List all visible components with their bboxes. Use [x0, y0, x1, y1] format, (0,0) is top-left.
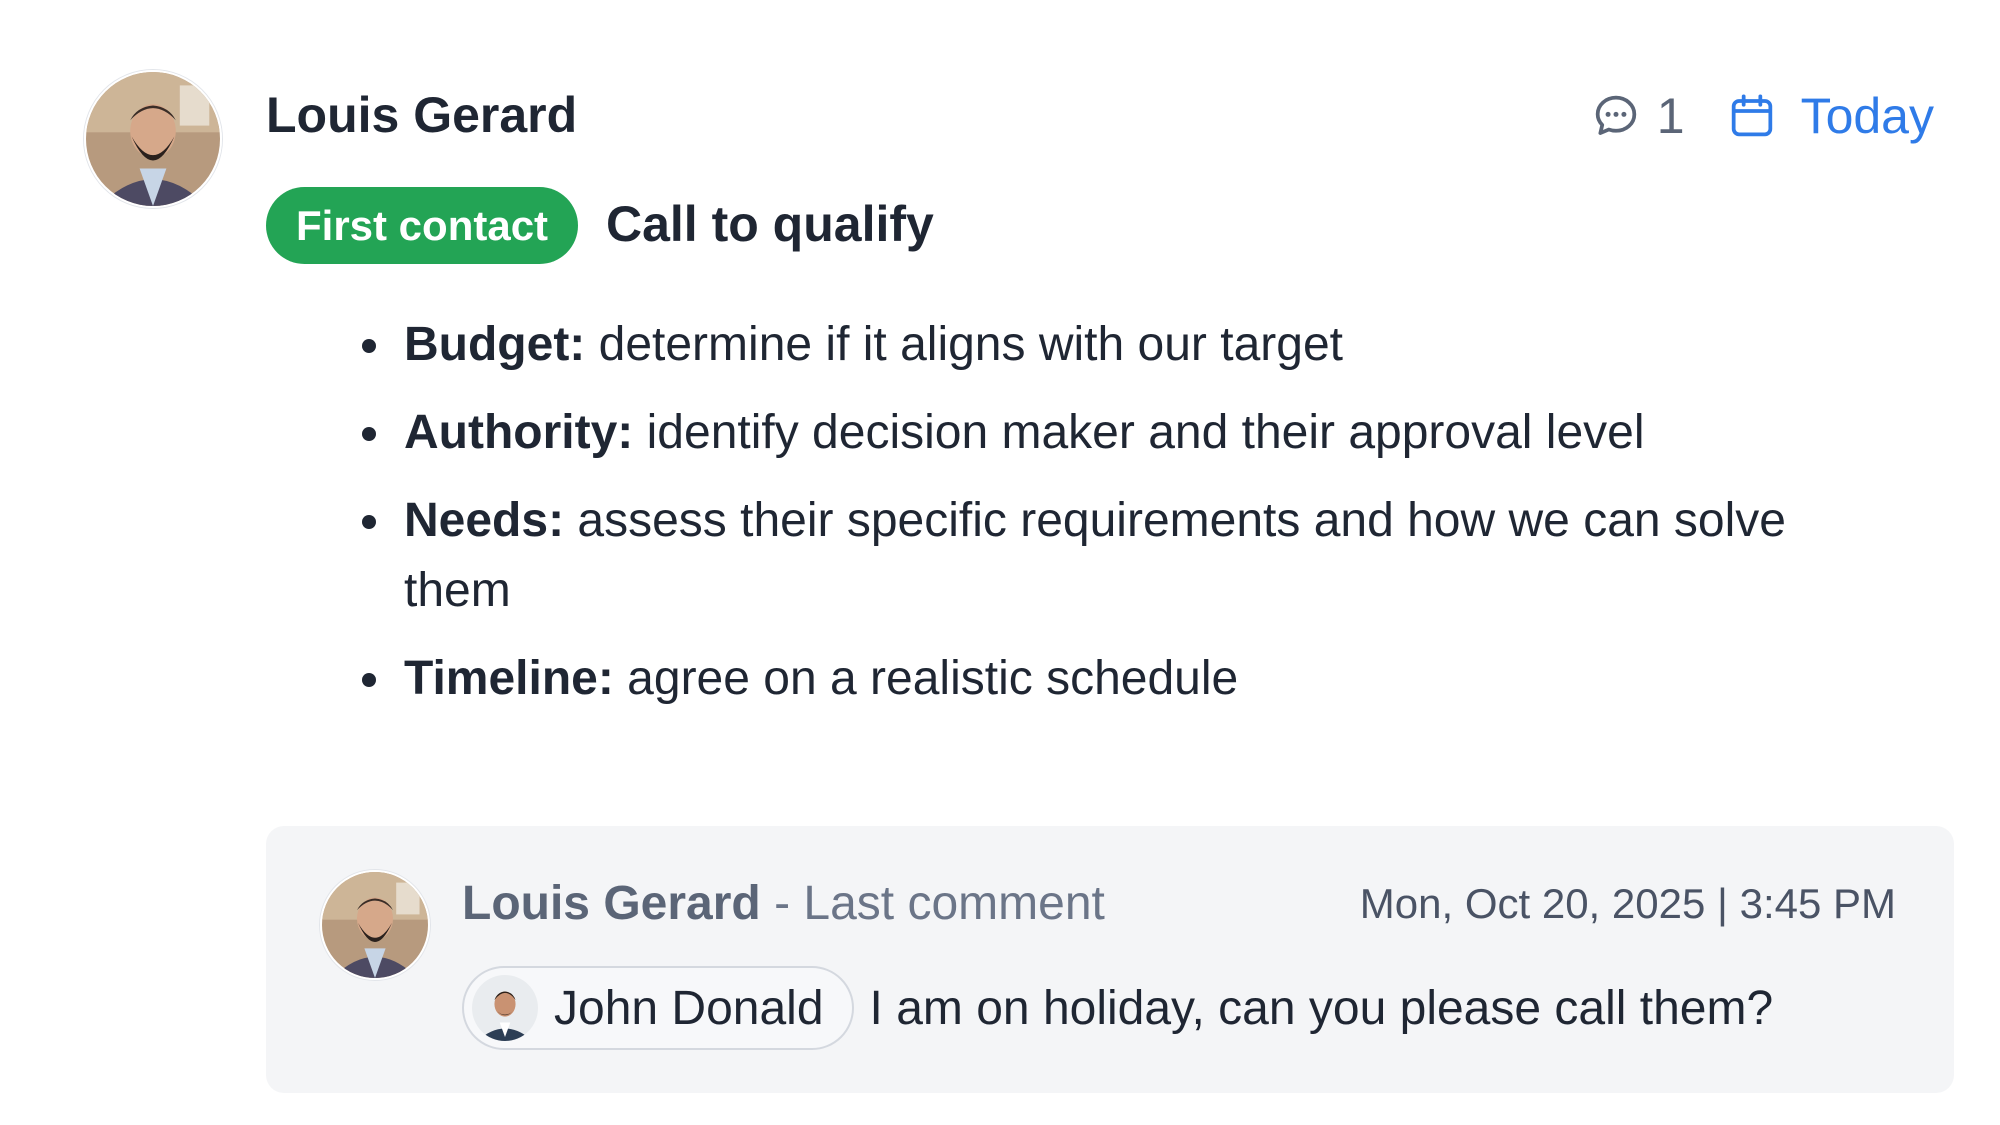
comment-count-value: 1: [1656, 88, 1685, 144]
list-item-term: Needs:: [404, 494, 565, 547]
list-item-text: agree on a realistic schedule: [613, 652, 1239, 705]
comment-author-name: Louis Gerard: [462, 877, 761, 930]
comment-bubble-icon: [1595, 95, 1636, 135]
last-comment-box[interactable]: Louis Gerard - Last comment Mon, Oct 20,…: [266, 826, 1954, 1093]
author-name: Louis Gerard: [266, 87, 578, 143]
task-card: Louis Gerard 1 Today First contact Call …: [0, 0, 2000, 1125]
due-date-label: Today: [1800, 88, 1934, 144]
list-item-text: assess their specific requirements and h…: [404, 494, 1786, 617]
list-item-term: Timeline:: [404, 652, 614, 705]
calendar-icon: [1731, 94, 1772, 137]
comment-count-button[interactable]: 1: [1591, 87, 1685, 145]
comment-label: - Last comment: [760, 877, 1105, 930]
mention-chip[interactable]: John Donald: [462, 966, 854, 1050]
mention-name: John Donald: [554, 981, 824, 1035]
stage-badge: First contact: [266, 187, 579, 264]
list-item-text: determine if it aligns with our target: [585, 318, 1343, 371]
list-item: Authority: identify decision maker and t…: [362, 398, 1904, 468]
list-item-term: Authority:: [404, 406, 634, 459]
list-item-text: identify decision maker and their approv…: [633, 406, 1645, 459]
author-avatar[interactable]: [84, 70, 222, 208]
comment-timestamp: Mon, Oct 20, 2025 | 3:45 PM: [1359, 880, 1896, 927]
task-description-list: Budget: determine if it aligns with our …: [362, 310, 1904, 732]
due-date-button[interactable]: Today: [1727, 87, 1934, 145]
mention-avatar: [472, 975, 538, 1041]
list-item-term: Budget:: [404, 318, 586, 371]
comment-body: John Donald I am on holiday, can you ple…: [462, 966, 1773, 1050]
list-item: Needs: assess their specific requirement…: [362, 486, 1904, 626]
comment-header: Louis Gerard - Last comment: [462, 876, 1105, 931]
task-meta: 1 Today: [1591, 86, 1934, 146]
task-title: Call to qualify: [606, 196, 934, 252]
comment-text: I am on holiday, can you please call the…: [869, 981, 1774, 1035]
list-item: Timeline: agree on a realistic schedule: [362, 644, 1904, 714]
list-item: Budget: determine if it aligns with our …: [362, 310, 1904, 380]
comment-author-avatar[interactable]: [320, 870, 430, 980]
